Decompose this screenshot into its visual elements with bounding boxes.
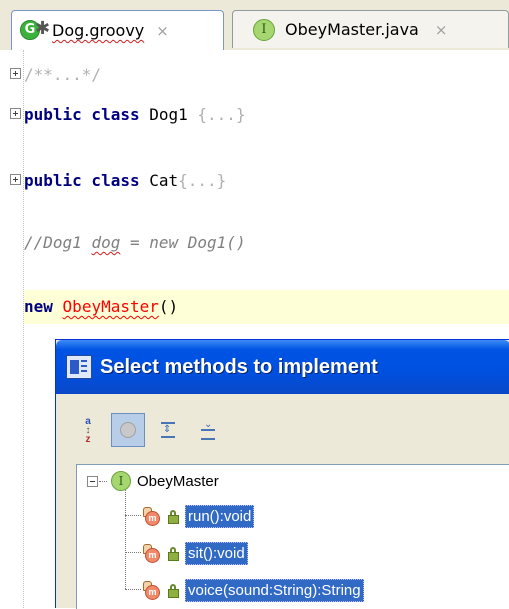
method-icon: m <box>143 506 165 527</box>
groovy-file-icon: G ✱ <box>18 18 50 44</box>
interface-icon: I <box>111 471 131 491</box>
tab-dog-groovy[interactable]: G ✱ Dog.groovy × <box>11 10 224 50</box>
method-icon: m <box>143 580 165 601</box>
method-label: sit():void <box>185 542 248 565</box>
public-access-icon <box>168 583 180 598</box>
fold-expand-icon[interactable] <box>10 108 21 119</box>
interface-icon: I <box>253 18 275 41</box>
collapse-all-button[interactable]: ⌄ <box>191 413 225 447</box>
code-line-class-dog1: public class Dog1 {...} <box>10 105 246 124</box>
editor-tab-bar: G ✱ Dog.groovy × I ObeyMaster.java × <box>0 0 509 50</box>
gutter-divider <box>23 50 24 608</box>
tab-label: Dog.groovy <box>52 21 145 40</box>
public-access-icon <box>168 509 180 524</box>
collapse-node-icon[interactable] <box>87 475 98 487</box>
method-icon: m <box>143 543 165 564</box>
tree-node-obeymaster[interactable]: I ObeyMaster <box>87 471 219 491</box>
fold-expand-icon[interactable] <box>10 174 21 185</box>
methods-tree[interactable]: I ObeyMaster m run():void m sit():void m… <box>76 464 509 609</box>
close-icon[interactable]: × <box>156 22 169 40</box>
intellij-app-icon <box>66 355 92 379</box>
method-item-sit[interactable]: m sit():void <box>143 542 248 565</box>
tree-node-label: ObeyMaster <box>137 472 219 490</box>
dialog-title: Select methods to implement <box>100 355 378 378</box>
tab-label: ObeyMaster.java <box>285 20 419 39</box>
sort-alphabetically-button[interactable]: a ↕ z <box>71 413 105 447</box>
method-item-voice[interactable]: m voice(sound:String):String <box>143 579 364 602</box>
expand-all-button[interactable]: ⇕ <box>151 413 185 447</box>
code-line-new-obeymaster: new ObeyMaster() <box>24 297 179 316</box>
tree-connector <box>125 487 126 589</box>
dialog-titlebar[interactable]: Select methods to implement <box>56 340 509 394</box>
code-line-doc-comment: /**...*/ <box>10 65 101 84</box>
tree-connector <box>99 480 107 482</box>
close-icon[interactable]: × <box>435 21 448 39</box>
tree-connector <box>125 589 141 590</box>
sort-az-icon: a ↕ z <box>85 415 91 445</box>
code-line-comment: //Dog1 dog = new Dog1() <box>24 233 246 252</box>
fold-expand-icon[interactable] <box>10 68 21 79</box>
tab-obeymaster-java[interactable]: I ObeyMaster.java × <box>232 10 509 48</box>
method-label: run():void <box>185 505 255 528</box>
method-item-run[interactable]: m run():void <box>143 505 255 528</box>
dialog-toolbar: a ↕ z ⇕ ⌄ <box>71 412 231 448</box>
method-label: voice(sound:String):String <box>185 579 364 602</box>
code-line-class-cat: public class Cat{...} <box>10 171 226 190</box>
tree-connector <box>125 552 141 553</box>
tree-connector <box>125 515 141 516</box>
show-classes-button[interactable] <box>111 413 145 447</box>
collapse-all-icon: ⌄ <box>201 420 215 440</box>
public-access-icon <box>168 546 180 561</box>
select-methods-dialog: Select methods to implement a ↕ z ⇕ ⌄ I Ob… <box>55 339 509 609</box>
class-filter-icon <box>120 422 136 438</box>
expand-all-icon: ⇕ <box>161 422 175 438</box>
